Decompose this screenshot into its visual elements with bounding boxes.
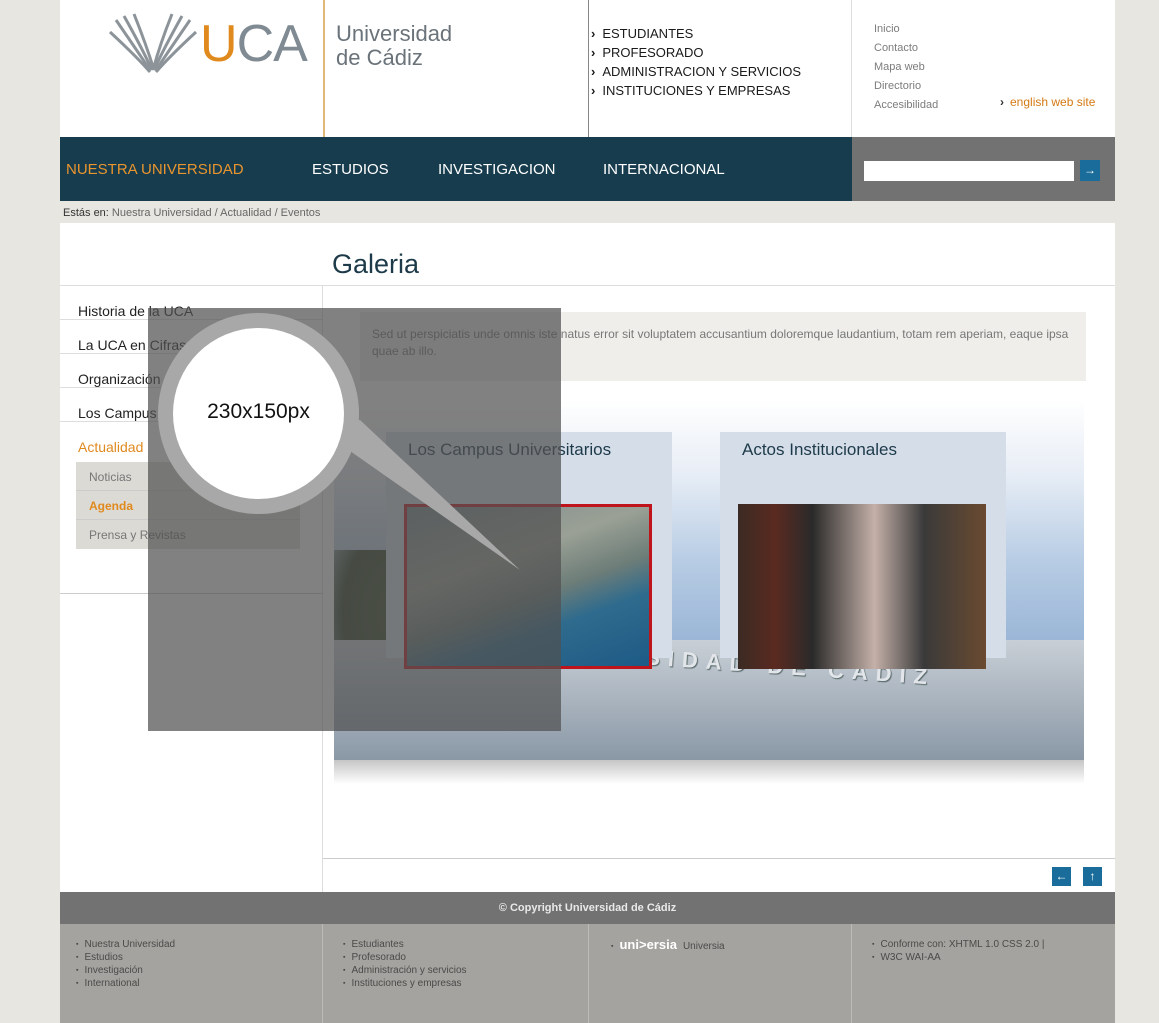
institutional-event-photo[interactable]: [738, 504, 986, 669]
link-inicio[interactable]: Inicio: [874, 20, 1115, 39]
footer-link[interactable]: Instituciones y empresas: [343, 977, 588, 990]
utility-links: Inicio Contacto Mapa web Directorio Acce…: [851, 0, 1115, 137]
link-instituciones[interactable]: INSTITUCIONES Y EMPRESAS: [591, 81, 850, 100]
breadcrumb-label: Estás en:: [63, 207, 109, 219]
card-title-actos[interactable]: Actos Institucionales: [742, 440, 897, 460]
prev-arrow-icon[interactable]: ←: [1052, 867, 1071, 886]
site-header: UCA Universidad de Cádiz ESTUDIANTES PRO…: [60, 0, 1115, 137]
gallery-card-actos[interactable]: [720, 432, 1006, 669]
copyright-bar: © Copyright Universidad de Cádiz: [60, 892, 1115, 924]
wai-badge[interactable]: W3C WAI-AA: [872, 951, 1115, 964]
footer-link[interactable]: Administración y servicios: [343, 964, 588, 977]
logo-letter-u: U: [200, 15, 238, 73]
back-to-top-icon[interactable]: ↑: [1083, 867, 1102, 886]
image-size-label: 230x150px: [207, 400, 310, 423]
footer-link[interactable]: Estudios: [76, 951, 322, 964]
site-footer: Nuestra Universidad Estudios Investigaci…: [60, 924, 1115, 1023]
uca-logo-mark-icon: [108, 13, 198, 73]
universia-link[interactable]: Universia: [683, 941, 725, 952]
footer-link[interactable]: Profesorado: [343, 951, 588, 964]
university-name: Universidad de Cádiz: [336, 21, 453, 70]
title-row: Galeria: [60, 223, 1115, 286]
nav-investigacion[interactable]: INVESTIGACION: [438, 161, 556, 178]
footer-link[interactable]: Investigación: [76, 964, 322, 977]
footer-link[interactable]: International: [76, 977, 322, 990]
link-mapa-web[interactable]: Mapa web: [874, 58, 1115, 77]
logo-divider: [323, 0, 325, 137]
breadcrumb-path[interactable]: Nuestra Universidad / Actualidad / Event…: [112, 207, 321, 219]
content-bottom-rule: [323, 858, 1115, 859]
universia-logo[interactable]: uni>ersia: [619, 937, 676, 952]
footer-col-audiences: Estudiantes Profesorado Administración y…: [323, 924, 589, 1023]
footer-col-standards: Conforme con: XHTML 1.0 CSS 2.0 | W3C WA…: [852, 924, 1115, 1023]
page-title: Galeria: [332, 249, 420, 279]
search-input[interactable]: [864, 161, 1074, 181]
link-profesorado[interactable]: PROFESORADO: [591, 43, 850, 62]
nav-estudios[interactable]: ESTUDIOS: [312, 161, 389, 178]
audience-links: ESTUDIANTES PROFESORADO ADMINISTRACION Y…: [588, 0, 850, 137]
nav-internacional[interactable]: INTERNACIONAL: [603, 161, 725, 178]
footer-link[interactable]: Nuestra Universidad: [76, 938, 322, 951]
main-nav: NUESTRA UNIVERSIDAD ESTUDIOS INVESTIGACI…: [60, 137, 852, 201]
english-site-link[interactable]: english web site: [1000, 95, 1095, 109]
link-estudiantes[interactable]: ESTUDIANTES: [591, 24, 850, 43]
gallery-reflection: [334, 760, 1084, 784]
search-area: →: [852, 137, 1115, 201]
footer-col-universia: uni>ersia Universia: [589, 924, 852, 1023]
link-contacto[interactable]: Contacto: [874, 39, 1115, 58]
uca-logo[interactable]: UCA: [108, 12, 333, 82]
logo-letters-ca: CA: [236, 15, 308, 73]
standards-badge[interactable]: Conforme con: XHTML 1.0 CSS 2.0 |: [872, 938, 1115, 951]
link-directorio[interactable]: Directorio: [874, 77, 1115, 96]
footer-col-universidad: Nuestra Universidad Estudios Investigaci…: [60, 924, 323, 1023]
nav-nuestra-universidad[interactable]: NUESTRA UNIVERSIDAD: [66, 161, 244, 178]
footer-link[interactable]: Estudiantes: [343, 938, 588, 951]
search-button[interactable]: →: [1080, 160, 1100, 181]
link-administracion[interactable]: ADMINISTRACION Y SERVICIOS: [591, 62, 850, 81]
breadcrumb: Estás en: Nuestra Universidad / Actualid…: [63, 207, 320, 219]
